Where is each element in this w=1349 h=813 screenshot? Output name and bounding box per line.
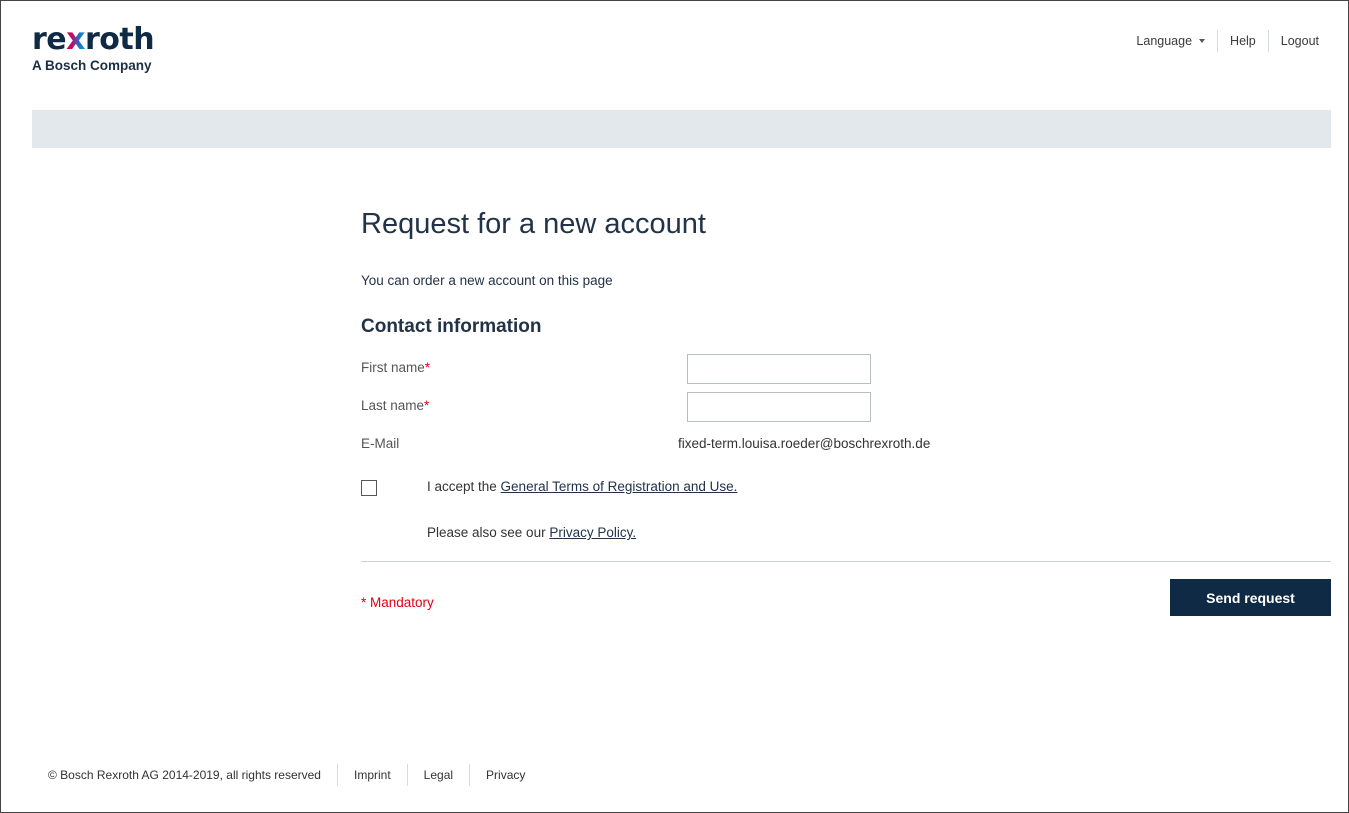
privacy-text: Please also see our Privacy Policy. [427, 525, 636, 540]
chevron-down-icon [1199, 38, 1206, 43]
copyright-text: © Bosch Rexroth AG 2014-2019, all rights… [48, 768, 321, 782]
privacy-row: Please also see our Privacy Policy. [361, 525, 1331, 561]
rexroth-logo[interactable]: rexroth A Bosch Company [32, 22, 155, 74]
accept-terms-checkbox[interactable] [361, 480, 377, 496]
navigation-bar [32, 110, 1331, 148]
logo-subtitle: A Bosch Company [32, 58, 152, 73]
first-name-label-text: First name [361, 360, 425, 375]
language-label: Language [1136, 34, 1193, 48]
last-name-row: Last name* [361, 389, 1331, 427]
logo-word-text: rexroth [32, 22, 155, 57]
required-marker: * [424, 360, 431, 375]
email-row: E-Mail fixed-term.louisa.roeder@boschrex… [361, 427, 1331, 465]
form-actions: * Mandatory Send request [361, 562, 1331, 622]
accept-terms-prefix: I accept the [427, 479, 501, 494]
email-label: E-Mail [361, 436, 400, 451]
required-marker: * [424, 398, 430, 413]
first-name-input[interactable] [687, 354, 871, 384]
footer: © Bosch Rexroth AG 2014-2019, all rights… [48, 764, 541, 786]
logo-wordmark: rexroth [32, 22, 155, 57]
last-name-label: Last name* [361, 398, 429, 413]
legal-link[interactable]: Legal [408, 764, 469, 786]
main-content: Request for a new account You can order … [361, 206, 1331, 622]
last-name-label-text: Last name [361, 398, 425, 413]
first-name-label: First name* [361, 360, 430, 375]
accept-terms-row: I accept the General Terms of Registrati… [361, 477, 1331, 517]
intro-text: You can order a new account on this page [361, 273, 613, 288]
page-title: Request for a new account [361, 208, 706, 240]
section-title: Contact information [361, 316, 542, 337]
terms-link[interactable]: General Terms of Registration and Use. [501, 479, 738, 494]
privacy-link[interactable]: Privacy [470, 764, 541, 786]
logo-x-letter: x [66, 22, 86, 57]
imprint-link[interactable]: Imprint [338, 764, 407, 786]
last-name-input[interactable] [687, 392, 871, 422]
first-name-row: First name* [361, 351, 1331, 389]
mandatory-note: * Mandatory [361, 595, 434, 610]
email-value: fixed-term.louisa.roeder@boschrexroth.de [678, 436, 931, 451]
accept-terms-text: I accept the General Terms of Registrati… [427, 479, 737, 494]
privacy-policy-link[interactable]: Privacy Policy. [549, 525, 636, 540]
contact-form: First name* Last name* E-Mail fixed-term… [361, 351, 1331, 465]
help-link[interactable]: Help [1218, 30, 1268, 52]
top-navigation: Language Help Logout [1124, 30, 1331, 52]
privacy-prefix: Please also see our [427, 525, 550, 540]
language-dropdown[interactable]: Language [1124, 30, 1217, 52]
logout-link[interactable]: Logout [1269, 30, 1331, 52]
send-request-button[interactable]: Send request [1170, 579, 1331, 616]
